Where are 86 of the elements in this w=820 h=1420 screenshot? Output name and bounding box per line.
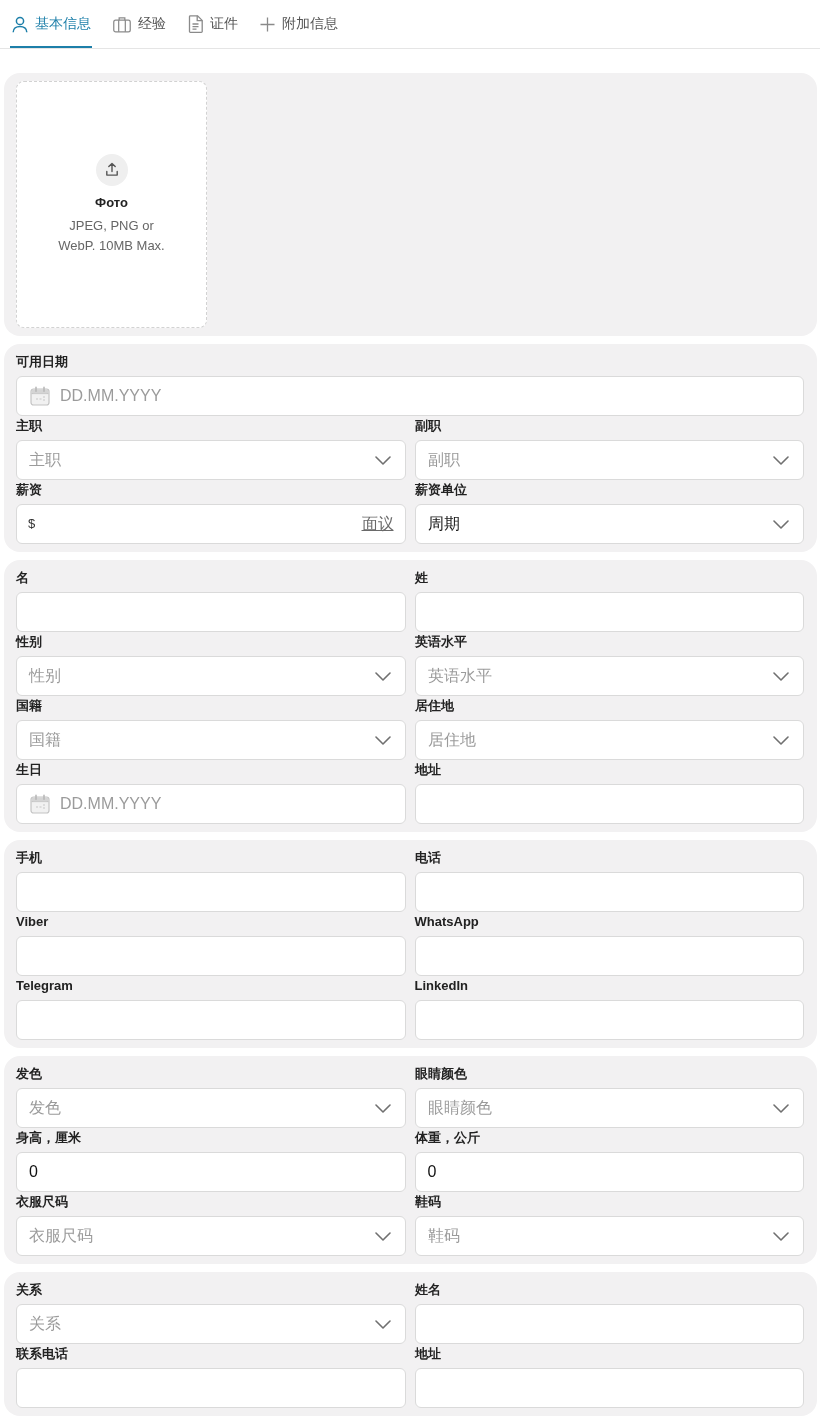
document-icon [188, 15, 203, 33]
dropdown[interactable]: 英语水平 [414, 656, 804, 696]
field-label: 生日 [16, 761, 43, 779]
upload-title: Фото [95, 193, 128, 212]
dropdown[interactable]: 性别 [16, 656, 406, 696]
plus-icon [260, 16, 275, 32]
field-label: 眼睛颜色 [414, 1065, 468, 1083]
chevron-down-icon [773, 671, 789, 681]
tab[interactable]: 基本信息 [10, 0, 92, 48]
chevron-down-icon [374, 1231, 391, 1241]
negotiable-link[interactable]: 面议 [361, 504, 394, 544]
dropdown[interactable]: 衣服尺码 [16, 1216, 406, 1256]
field-label: 体重，公斤 [414, 1129, 481, 1147]
dropdown[interactable]: 发色 [16, 1088, 406, 1128]
date-field[interactable]: DD.MM.YYYY [16, 784, 406, 824]
field-label: 薪资 [16, 481, 43, 499]
field-label: 主职 [16, 417, 43, 435]
field-label: 国籍 [16, 697, 43, 715]
upload-hint: JPEG, PNG or WebP. 10MB Max. [57, 216, 166, 255]
chevron-down-icon [773, 455, 789, 465]
calendar-icon [30, 794, 50, 814]
field-label: 发色 [16, 1065, 43, 1083]
dropdown[interactable]: 主职 [16, 440, 406, 480]
field-label: 电话 [414, 849, 442, 867]
chevron-down-icon [773, 1231, 789, 1241]
field-label: LinkedIn [414, 977, 469, 995]
field-label: 可用日期 [16, 353, 69, 371]
dropdown[interactable]: 居住地 [414, 720, 804, 760]
field-label: 姓名 [414, 1281, 442, 1299]
input-field[interactable] [16, 592, 406, 632]
input-field[interactable] [414, 784, 804, 824]
input-field[interactable] [16, 936, 406, 976]
chevron-down-icon [374, 1103, 391, 1113]
dropdown[interactable]: 眼睛颜色 [414, 1088, 804, 1128]
input-field[interactable] [16, 872, 406, 912]
chevron-down-icon [374, 455, 391, 465]
field-label: 英语水平 [414, 633, 468, 651]
field-label: 手机 [16, 849, 43, 867]
chevron-down-icon [374, 735, 391, 745]
input-field[interactable] [414, 872, 804, 912]
input-field[interactable] [414, 1304, 804, 1344]
field-label: 性别 [16, 633, 43, 651]
briefcase-icon [113, 15, 131, 33]
field-label: 关系 [16, 1281, 43, 1299]
input-field[interactable] [414, 1000, 804, 1040]
field-label: 薪资单位 [414, 481, 468, 499]
chevron-down-icon [374, 1319, 391, 1329]
tab[interactable]: 附加信息 [258, 0, 339, 48]
input-field[interactable]: 0 [414, 1152, 804, 1192]
dropdown[interactable]: 周期 [414, 504, 804, 544]
dropdown[interactable]: 国籍 [16, 720, 406, 760]
upload-icon [95, 153, 128, 186]
input-field[interactable] [414, 1368, 804, 1408]
field-label: 联系电话 [16, 1345, 69, 1363]
photo-upload-area[interactable]: Фото JPEG, PNG or WebP. 10MB Max. [16, 81, 207, 328]
chevron-down-icon [773, 735, 789, 745]
field-label: 衣服尺码 [16, 1193, 69, 1211]
chevron-down-icon [773, 519, 789, 529]
calendar-icon [30, 386, 50, 406]
dropdown[interactable]: 关系 [16, 1304, 406, 1344]
date-field[interactable]: DD.MM.YYYY [16, 376, 804, 416]
field-label: 地址 [414, 761, 442, 779]
field-label: Telegram [16, 977, 74, 995]
field-label: WhatsApp [414, 913, 480, 931]
tab[interactable]: 证件 [186, 0, 239, 48]
input-field[interactable]: 0 [16, 1152, 406, 1192]
field-label: 鞋码 [414, 1193, 442, 1211]
dropdown[interactable]: 鞋码 [414, 1216, 804, 1256]
field-label: 副职 [414, 417, 442, 435]
chevron-down-icon [374, 671, 391, 681]
dropdown[interactable]: 副职 [414, 440, 804, 480]
field-label: 身高，厘米 [16, 1129, 82, 1147]
tab[interactable]: 经验 [111, 0, 167, 48]
field-label: 居住地 [414, 697, 455, 715]
person-icon [12, 15, 28, 33]
input-field[interactable] [414, 592, 804, 632]
input-field[interactable] [16, 1368, 406, 1408]
currency-symbol: $ [28, 515, 36, 533]
chevron-down-icon [773, 1103, 789, 1113]
field-label: 地址 [414, 1345, 442, 1363]
input-field[interactable] [414, 936, 804, 976]
field-label: Viber [16, 913, 50, 931]
field-label: 姓 [414, 569, 429, 587]
input-field[interactable] [16, 1000, 406, 1040]
salary-field[interactable] [16, 504, 406, 544]
field-label: 名 [16, 569, 30, 587]
